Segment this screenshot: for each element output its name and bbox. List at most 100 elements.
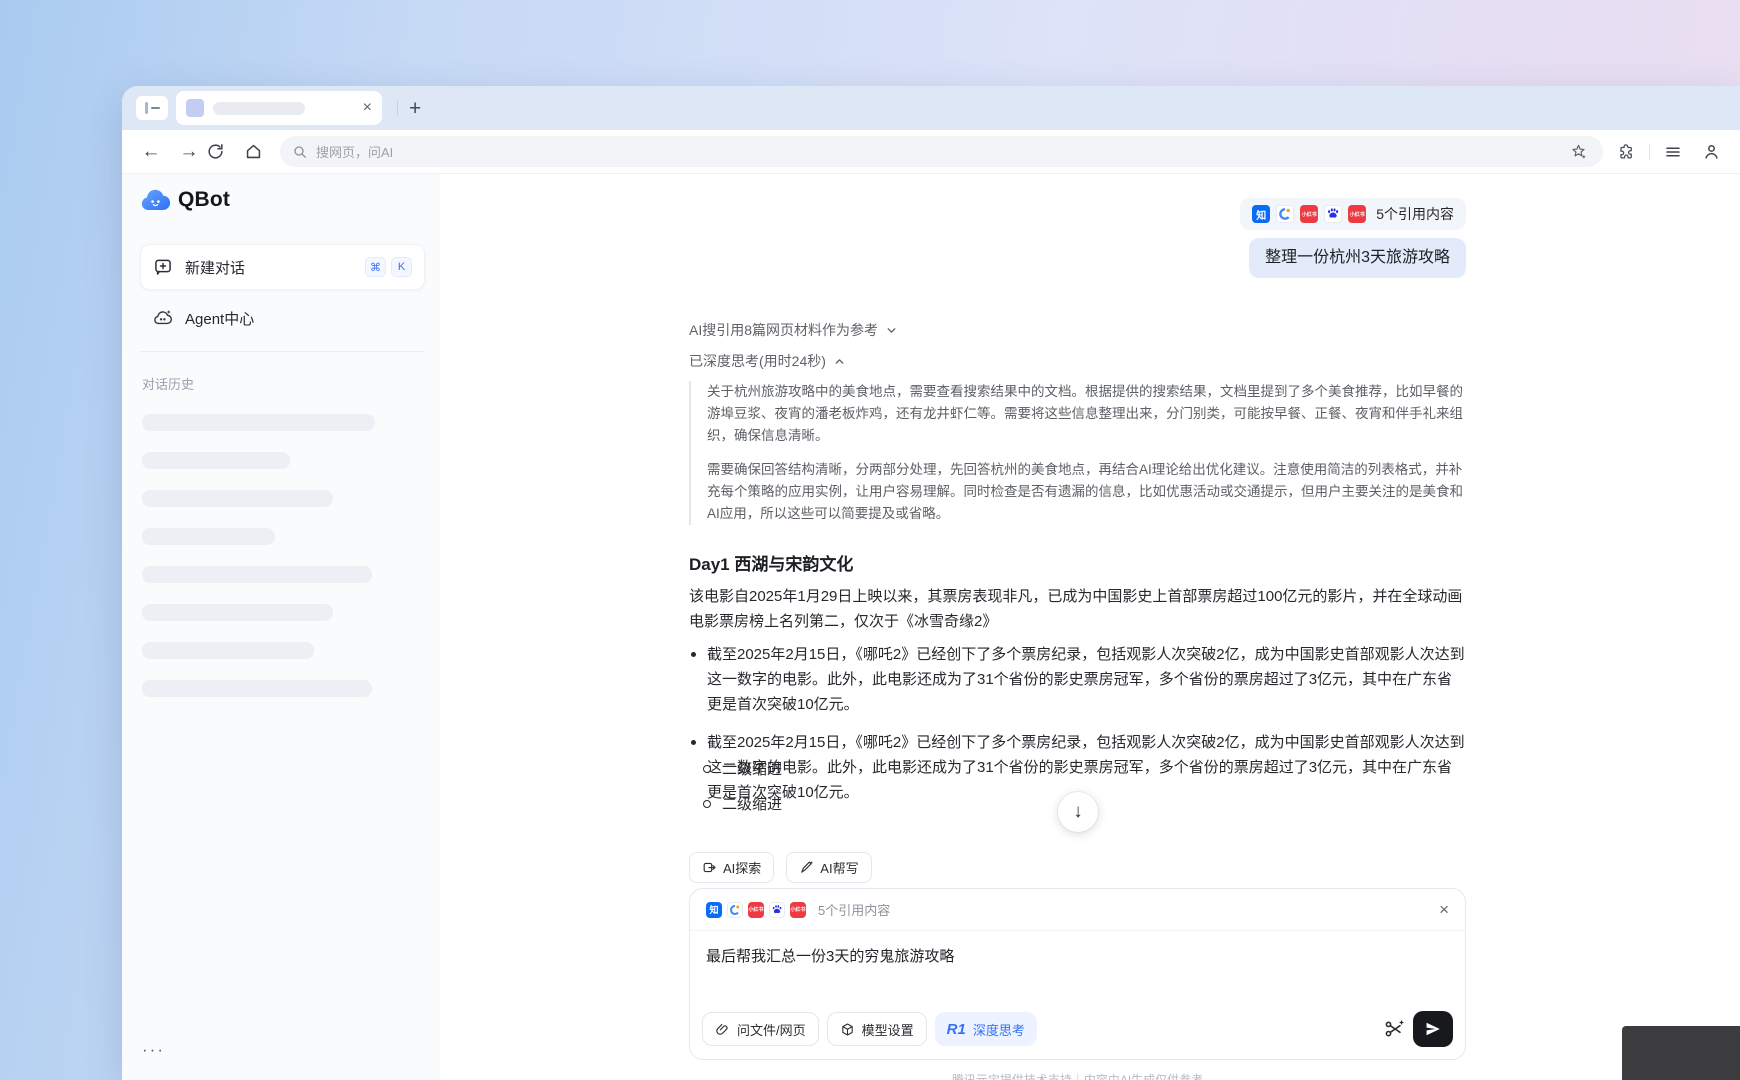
history-item-placeholder[interactable] [142, 490, 333, 507]
address-bar[interactable]: 搜网页，问AI [280, 136, 1603, 167]
scroll-to-bottom-button[interactable]: ↓ [1058, 792, 1098, 832]
search-references-label: AI搜引用8篇网页材料作为参考 [689, 320, 878, 340]
sidebar: QBot 新建对话 ⌘ K Agent中心 对话历史 [122, 174, 440, 1080]
baidu-icon [769, 902, 785, 918]
history-item-placeholder[interactable] [142, 452, 290, 469]
model-settings-label: 模型设置 [862, 1020, 914, 1039]
sub-bullet-item: 二级缩进 [703, 759, 782, 780]
shortcut-keys: ⌘ K [365, 257, 412, 277]
sidebar-item-agent-center[interactable]: Agent中心 [140, 302, 425, 334]
chevron-up-icon [833, 355, 846, 368]
tab-favicon [186, 99, 204, 117]
reload-button[interactable] [202, 142, 228, 161]
qq-browser-icon [727, 902, 743, 918]
history-item-placeholder[interactable] [142, 680, 372, 697]
ai-write-button[interactable]: AI帮写 [786, 852, 871, 883]
video-overlay[interactable] [1622, 1026, 1740, 1080]
history-item-placeholder[interactable] [142, 414, 375, 431]
reload-icon [206, 142, 225, 161]
model-settings-button[interactable]: 模型设置 [827, 1012, 927, 1046]
citation-count-label: 5个引用内容 [1376, 204, 1454, 224]
agent-center-label: Agent中心 [185, 308, 254, 329]
address-bar-placeholder: 搜网页，问AI [316, 142, 1565, 161]
tab-title-placeholder [213, 102, 305, 115]
ai-explore-button[interactable]: AI探索 [689, 852, 774, 883]
composer-input[interactable]: 最后帮我汇总一份3天的穷鬼旅游攻略 [690, 931, 1465, 966]
hamburger-icon [1664, 143, 1682, 161]
xiaohongshu-icon: 小红书 [1348, 205, 1366, 223]
history-item-placeholder[interactable] [142, 642, 314, 659]
new-chat-icon [153, 257, 173, 277]
home-button[interactable] [240, 142, 266, 161]
sidebar-more-button[interactable]: ··· [142, 1040, 165, 1060]
search-references-toggle[interactable]: AI搜引用8篇网页材料作为参考 [689, 320, 898, 340]
browser-tab[interactable]: × [176, 91, 382, 125]
ai-write-label: AI帮写 [820, 858, 858, 877]
new-chat-button[interactable]: 新建对话 ⌘ K [140, 244, 425, 290]
qq-browser-icon [1276, 205, 1294, 223]
search-icon [292, 144, 308, 160]
bookmark-button[interactable] [1565, 143, 1591, 160]
zhihu-icon: 知 [1252, 205, 1270, 223]
composer-citation-count: 5个引用内容 [818, 900, 890, 919]
citation-close-button[interactable]: × [1439, 901, 1449, 918]
browser-toolbar: ← → 搜网页，问AI [122, 130, 1740, 174]
screenshot-button[interactable] [1383, 1018, 1405, 1040]
answer-sub-bullet-list: 二级缩进 二级缩进 [703, 759, 782, 829]
new-chat-label: 新建对话 [185, 257, 245, 278]
thinking-content: 关于杭州旅游攻略中的美食地点，需要查看搜索结果中的文档。根据提供的搜索结果，文档… [689, 381, 1466, 525]
back-button[interactable]: ← [138, 142, 164, 161]
profile-button[interactable] [1698, 142, 1724, 161]
tab-divider [397, 100, 398, 116]
deep-think-toggle[interactable]: R1 深度思考 [935, 1012, 1037, 1046]
history-item-placeholder[interactable] [142, 528, 275, 545]
history-item-placeholder[interactable] [142, 566, 372, 583]
r1-badge: R1 [947, 1021, 966, 1038]
app-logo-text: QBot [178, 188, 230, 212]
composer-citation-row: 知 小红书 小红书 5个引用内容 × [690, 889, 1465, 931]
send-button[interactable] [1413, 1011, 1453, 1047]
new-tab-button[interactable]: + [409, 98, 421, 119]
tab-close-button[interactable]: × [363, 100, 372, 116]
bookmark-star-icon [1570, 143, 1587, 160]
forward-button[interactable]: → [176, 142, 202, 161]
scissors-icon [1383, 1018, 1405, 1040]
ai-explore-label: AI探索 [723, 858, 761, 877]
minimize-icon [151, 107, 160, 110]
menu-button[interactable] [1660, 143, 1686, 161]
answer-actions: AI探索 AI帮写 [689, 852, 872, 883]
history-item-placeholder[interactable] [142, 604, 333, 621]
send-plane-icon [1424, 1020, 1442, 1038]
tab-strip: × + [122, 86, 1740, 130]
zhihu-icon: 知 [706, 902, 722, 918]
user-avatar-icon [1702, 142, 1721, 161]
deep-thinking-label: 已深度思考(用时24秒) [689, 351, 826, 371]
history-section-label: 对话历史 [142, 374, 194, 393]
app-logo: QBot [140, 188, 230, 212]
home-icon [244, 142, 263, 161]
sidebar-divider [140, 351, 425, 352]
composer-toolbar: 问文件/网页 模型设置 R1 深度思考 [702, 1011, 1453, 1047]
browser-window: × + ← → 搜网页，问AI [122, 86, 1740, 1080]
answer-intro-paragraph: 该电影自2025年1月29日上映以来，其票房表现非凡，已成为中国影史上首部票房超… [689, 584, 1466, 634]
deep-thinking-toggle[interactable]: 已深度思考(用时24秒) [689, 351, 846, 371]
bullet-item: 截至2025年2月15日，《哪吒2》已经创下了多个票房纪录，包括观影人次突破2亿… [689, 642, 1466, 717]
xiaohongshu-icon: 小红书 [748, 902, 764, 918]
baidu-icon [1324, 205, 1342, 223]
extensions-button[interactable] [1613, 142, 1639, 161]
paperclip-icon [715, 1022, 730, 1037]
model-cube-icon [840, 1022, 855, 1037]
attach-file-button[interactable]: 问文件/网页 [702, 1012, 819, 1046]
composer: 知 小红书 小红书 5个引用内容 × 最后帮我汇总一份3天的穷鬼旅游攻略 [689, 888, 1466, 1060]
thinking-paragraph: 关于杭州旅游攻略中的美食地点，需要查看搜索结果中的文档。根据提供的搜索结果，文档… [707, 381, 1466, 447]
user-message-bubble: 整理一份杭州3天旅游攻略 [1249, 238, 1466, 278]
tab-strip-controls[interactable] [136, 96, 168, 120]
deep-think-label: 深度思考 [973, 1020, 1025, 1039]
sub-bullet-item: 二级缩进 [703, 794, 782, 815]
user-citation-pill[interactable]: 知 小红书 小红书 5个引用内容 [1240, 198, 1466, 230]
puzzle-icon [1617, 142, 1636, 161]
xiaohongshu-icon: 小红书 [790, 902, 806, 918]
attach-file-label: 问文件/网页 [737, 1020, 806, 1039]
chevron-down-icon [885, 324, 898, 337]
qbot-cloud-logo-icon [140, 188, 170, 212]
